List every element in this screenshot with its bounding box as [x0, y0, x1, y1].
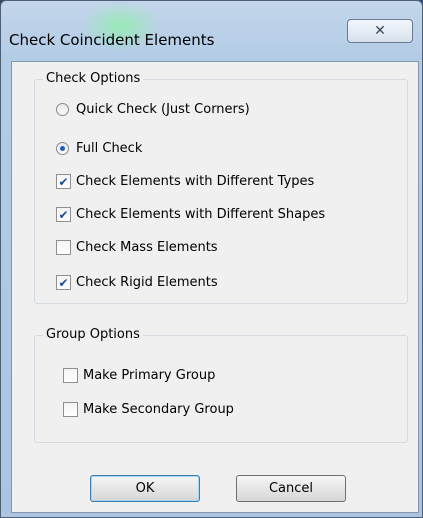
radio-button[interactable]	[56, 103, 69, 116]
checkbox-label: Check Rigid Elements	[76, 275, 218, 290]
checkbox-different-shapes[interactable]: ✔ Check Elements with Different Shapes	[56, 207, 325, 222]
checkbox-primary-group[interactable]: Make Primary Group	[63, 368, 215, 383]
checkbox-different-types[interactable]: ✔ Check Elements with Different Types	[56, 174, 314, 189]
checkbox-checked[interactable]: ✔	[56, 275, 71, 290]
checkbox-label: Make Primary Group	[83, 368, 216, 383]
cancel-button[interactable]: Cancel	[236, 475, 346, 502]
dialog-window: Check Coincident Elements ✕ Check Option…	[0, 0, 423, 518]
close-button[interactable]: ✕	[347, 19, 413, 43]
ok-button[interactable]: OK	[90, 475, 200, 502]
checkbox-unchecked[interactable]	[63, 402, 78, 417]
checkbox-unchecked[interactable]	[56, 240, 71, 255]
group-options-group: Group Options	[34, 327, 408, 443]
dialog-title: Check Coincident Elements	[9, 31, 215, 49]
checkbox-secondary-group[interactable]: Make Secondary Group	[63, 402, 234, 417]
radio-label: Full Check	[76, 141, 143, 156]
checkbox-unchecked[interactable]	[63, 368, 78, 383]
checkbox-label: Check Elements with Different Types	[76, 174, 315, 189]
radio-quick-check[interactable]: Quick Check (Just Corners)	[56, 102, 250, 117]
checkbox-label: Check Elements with Different Shapes	[76, 207, 326, 222]
group-options-label: Group Options	[43, 327, 143, 342]
radio-label: Quick Check (Just Corners)	[76, 102, 250, 117]
close-x-icon: ✕	[374, 23, 386, 39]
checkbox-checked[interactable]: ✔	[56, 207, 71, 222]
dialog-client-area: Check Options Quick Check (Just Corners)…	[11, 61, 419, 513]
checkbox-label: Check Mass Elements	[76, 240, 218, 255]
checkbox-mass-elements[interactable]: Check Mass Elements	[56, 240, 218, 255]
checkbox-label: Make Secondary Group	[83, 402, 234, 417]
check-options-label: Check Options	[43, 71, 144, 86]
checkbox-rigid-elements[interactable]: ✔ Check Rigid Elements	[56, 275, 218, 290]
radio-full-check[interactable]: Full Check	[56, 141, 142, 156]
radio-button-selected[interactable]	[56, 142, 69, 155]
checkbox-checked[interactable]: ✔	[56, 174, 71, 189]
